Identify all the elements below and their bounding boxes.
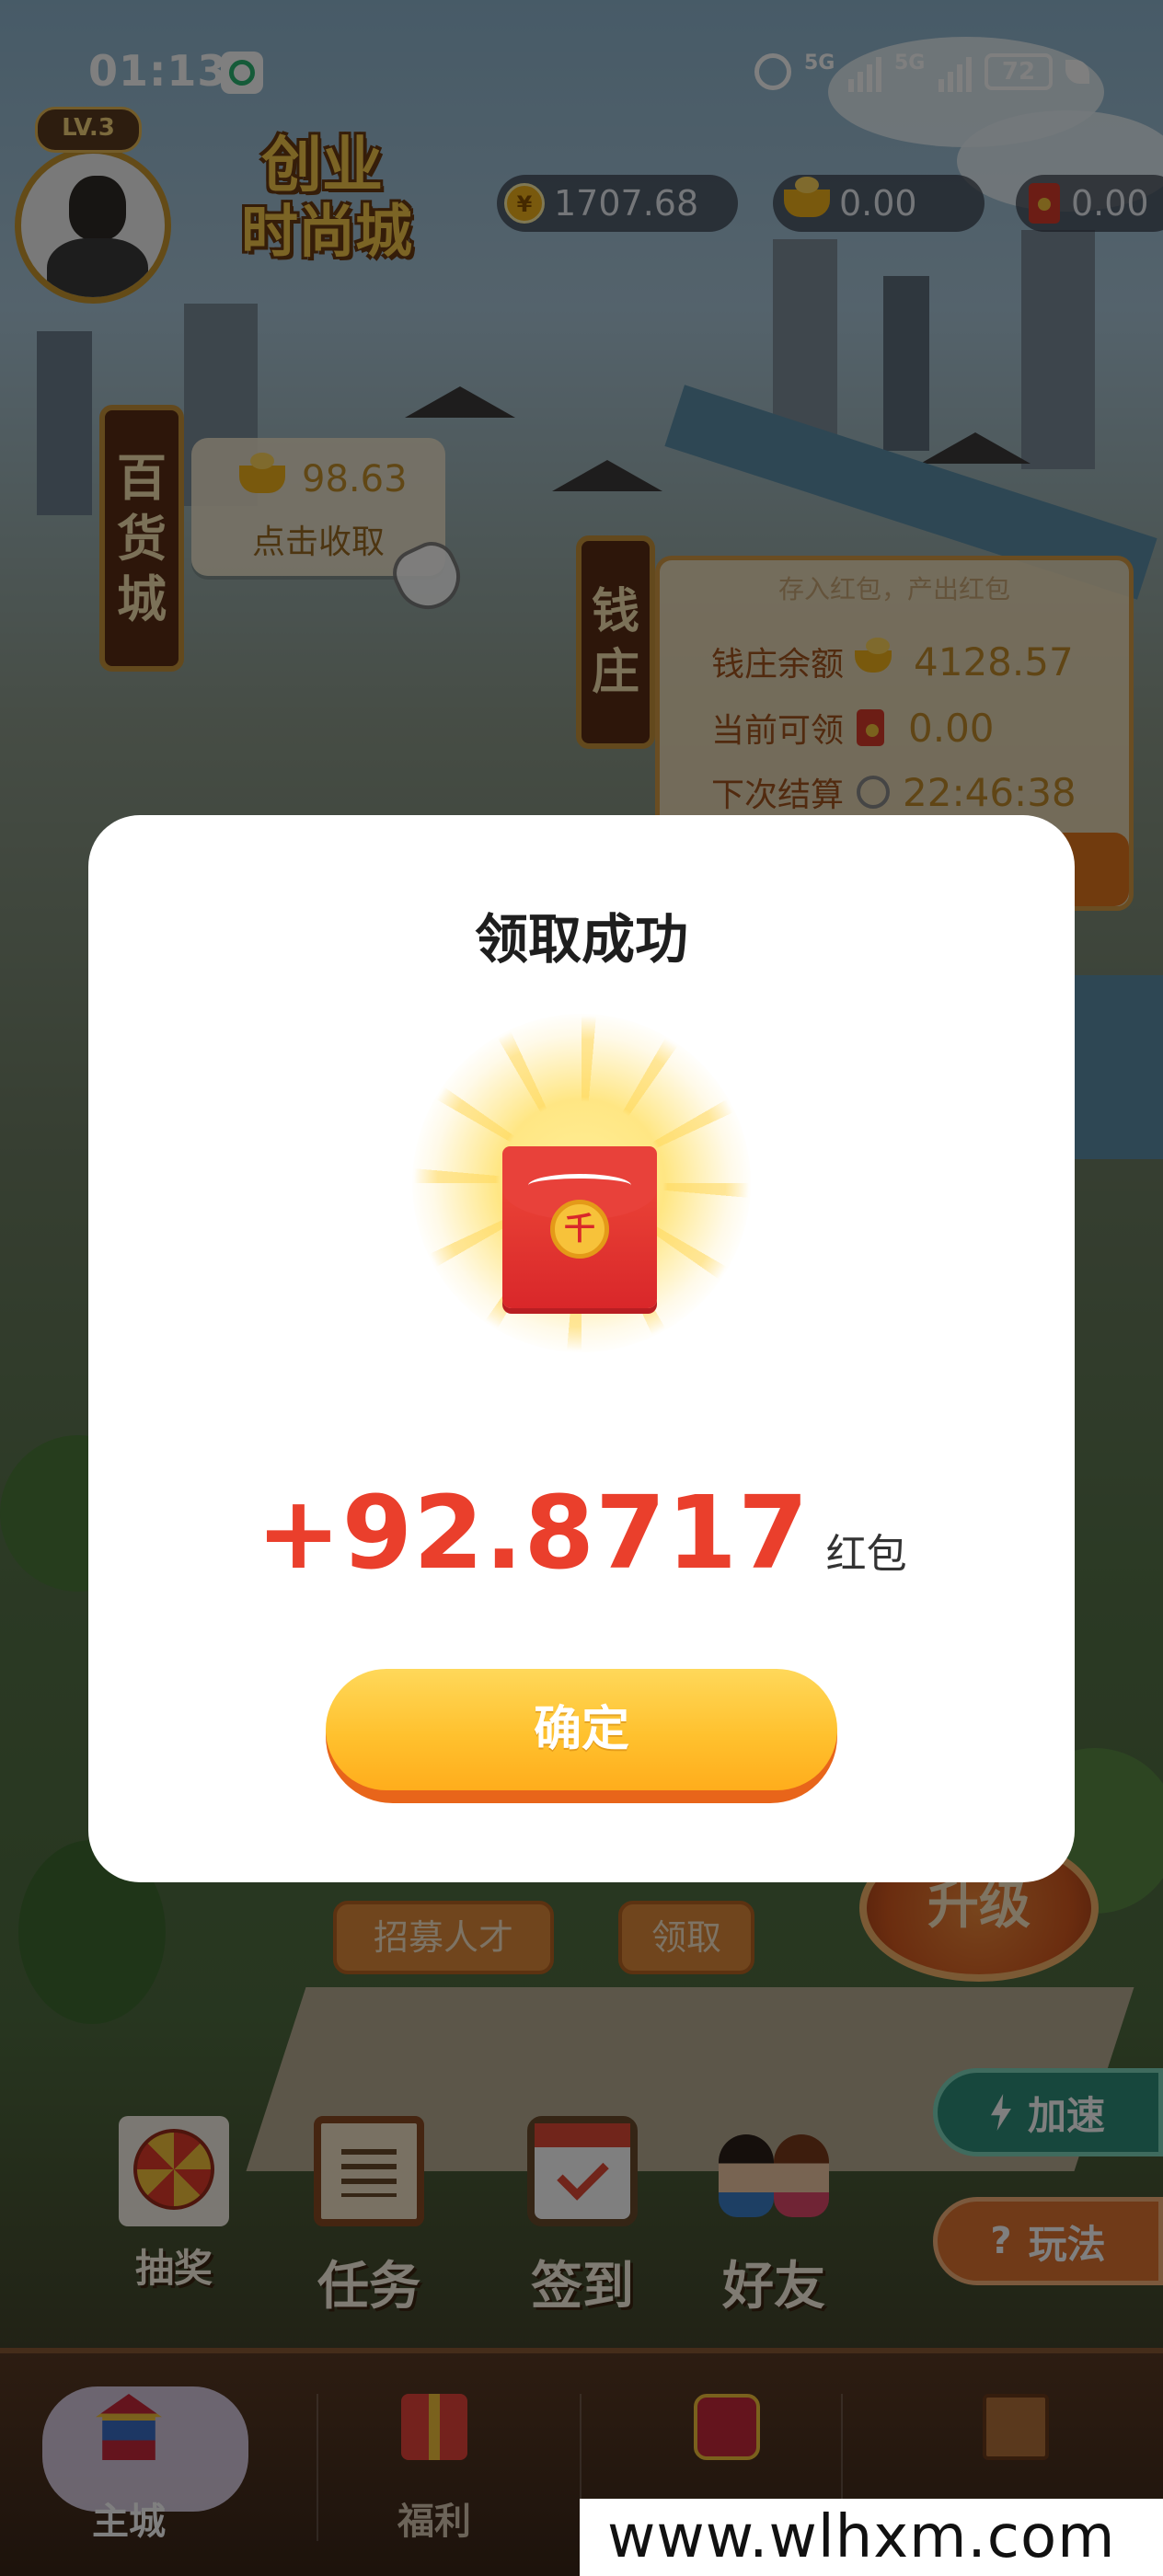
red-envelope-icon: 千 xyxy=(502,1146,657,1308)
confirm-button-label: 确定 xyxy=(326,1669,837,1790)
confirm-button[interactable]: 确定 xyxy=(326,1669,837,1803)
reward-unit: 红包 xyxy=(825,1531,907,1578)
reward-amount: +92.8717 xyxy=(256,1474,810,1592)
dialog-title: 领取成功 xyxy=(474,908,688,971)
claim-success-dialog: 领取成功 千 +92.8717 红包 确定 xyxy=(88,815,1075,1882)
envelope-coin-icon: 千 xyxy=(550,1200,609,1259)
game-screen: 01:13 5G 5G 72 LV.3 创业 时尚城 ¥ 1707.68 xyxy=(0,0,1163,2576)
site-watermark: www.wlhxm.com xyxy=(580,2499,1163,2576)
reward-amount-row: +92.8717 红包 xyxy=(88,1474,1075,1592)
